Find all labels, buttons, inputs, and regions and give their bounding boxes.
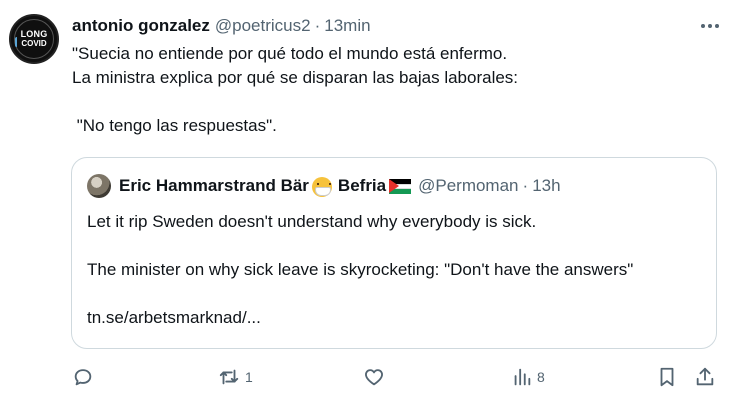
more-icon bbox=[701, 24, 719, 28]
share-button[interactable] bbox=[694, 364, 716, 390]
action-bar: 1 8 bbox=[0, 364, 732, 390]
palestine-flag bbox=[389, 179, 412, 195]
author-avatar[interactable]: LONG COVID bbox=[9, 14, 59, 64]
tweet-text-line bbox=[72, 90, 712, 114]
avatar-text-line2: COVID bbox=[21, 39, 47, 48]
quoted-header-separator: · bbox=[522, 176, 529, 196]
avatar-text-line1: LONG bbox=[20, 29, 48, 39]
like-button[interactable] bbox=[363, 364, 389, 390]
tweet-text-line: La ministra explica por qué se disparan … bbox=[72, 68, 519, 87]
tweet-text-line: "No tengo las respuestas". bbox=[72, 116, 277, 135]
bookmark-icon bbox=[660, 367, 674, 387]
quoted-tweet[interactable]: Eric Hammarstrand Bär Befria @Permoman · … bbox=[71, 157, 717, 349]
reply-button[interactable] bbox=[72, 364, 98, 390]
views-icon bbox=[514, 368, 531, 386]
retweet-count: 1 bbox=[245, 369, 253, 385]
views-button[interactable]: 8 bbox=[511, 364, 545, 390]
quoted-author-name-part2: Befria bbox=[337, 176, 387, 195]
retweet-button[interactable]: 1 bbox=[217, 364, 253, 390]
share-icon bbox=[696, 367, 714, 386]
bookmark-button[interactable] bbox=[656, 364, 678, 390]
header-separator: · bbox=[314, 16, 321, 35]
quoted-text-line: Let it rip Sweden doesn't understand why… bbox=[87, 212, 537, 231]
tweet-header: antonio gonzalez @poetricus2 · 13min bbox=[72, 16, 371, 36]
quoted-author-name-part1: Eric Hammarstrand Bär bbox=[119, 176, 309, 195]
quoted-author-handle: @Permoman bbox=[418, 176, 519, 196]
like-icon bbox=[365, 369, 383, 386]
views-count: 8 bbox=[537, 369, 545, 385]
more-button[interactable] bbox=[696, 14, 724, 38]
reply-icon bbox=[74, 369, 92, 386]
mask-emoji bbox=[311, 176, 332, 197]
tweet-timestamp[interactable]: 13min bbox=[324, 16, 370, 36]
author-handle[interactable]: @poetricus2 bbox=[215, 16, 311, 36]
retweet-icon bbox=[219, 369, 239, 385]
quoted-author-name: Eric Hammarstrand Bär Befria bbox=[119, 176, 412, 197]
quoted-tweet-header: Eric Hammarstrand Bär Befria @Permoman · … bbox=[119, 176, 561, 197]
quoted-text-line: The minister on why sick leave is skyroc… bbox=[87, 260, 634, 279]
quoted-timestamp: 13h bbox=[532, 176, 561, 196]
quoted-tweet-text: Let it rip Sweden doesn't understand why… bbox=[87, 210, 707, 330]
tweet-text-line: "Suecia no entiende por qué todo el mund… bbox=[72, 44, 508, 63]
quoted-author-avatar bbox=[87, 174, 111, 198]
author-name[interactable]: antonio gonzalez bbox=[72, 16, 210, 36]
tweet-text: "Suecia no entiende por qué todo el mund… bbox=[72, 42, 712, 138]
quoted-link-text[interactable]: tn.se/arbetsmarknad/... bbox=[87, 306, 707, 330]
